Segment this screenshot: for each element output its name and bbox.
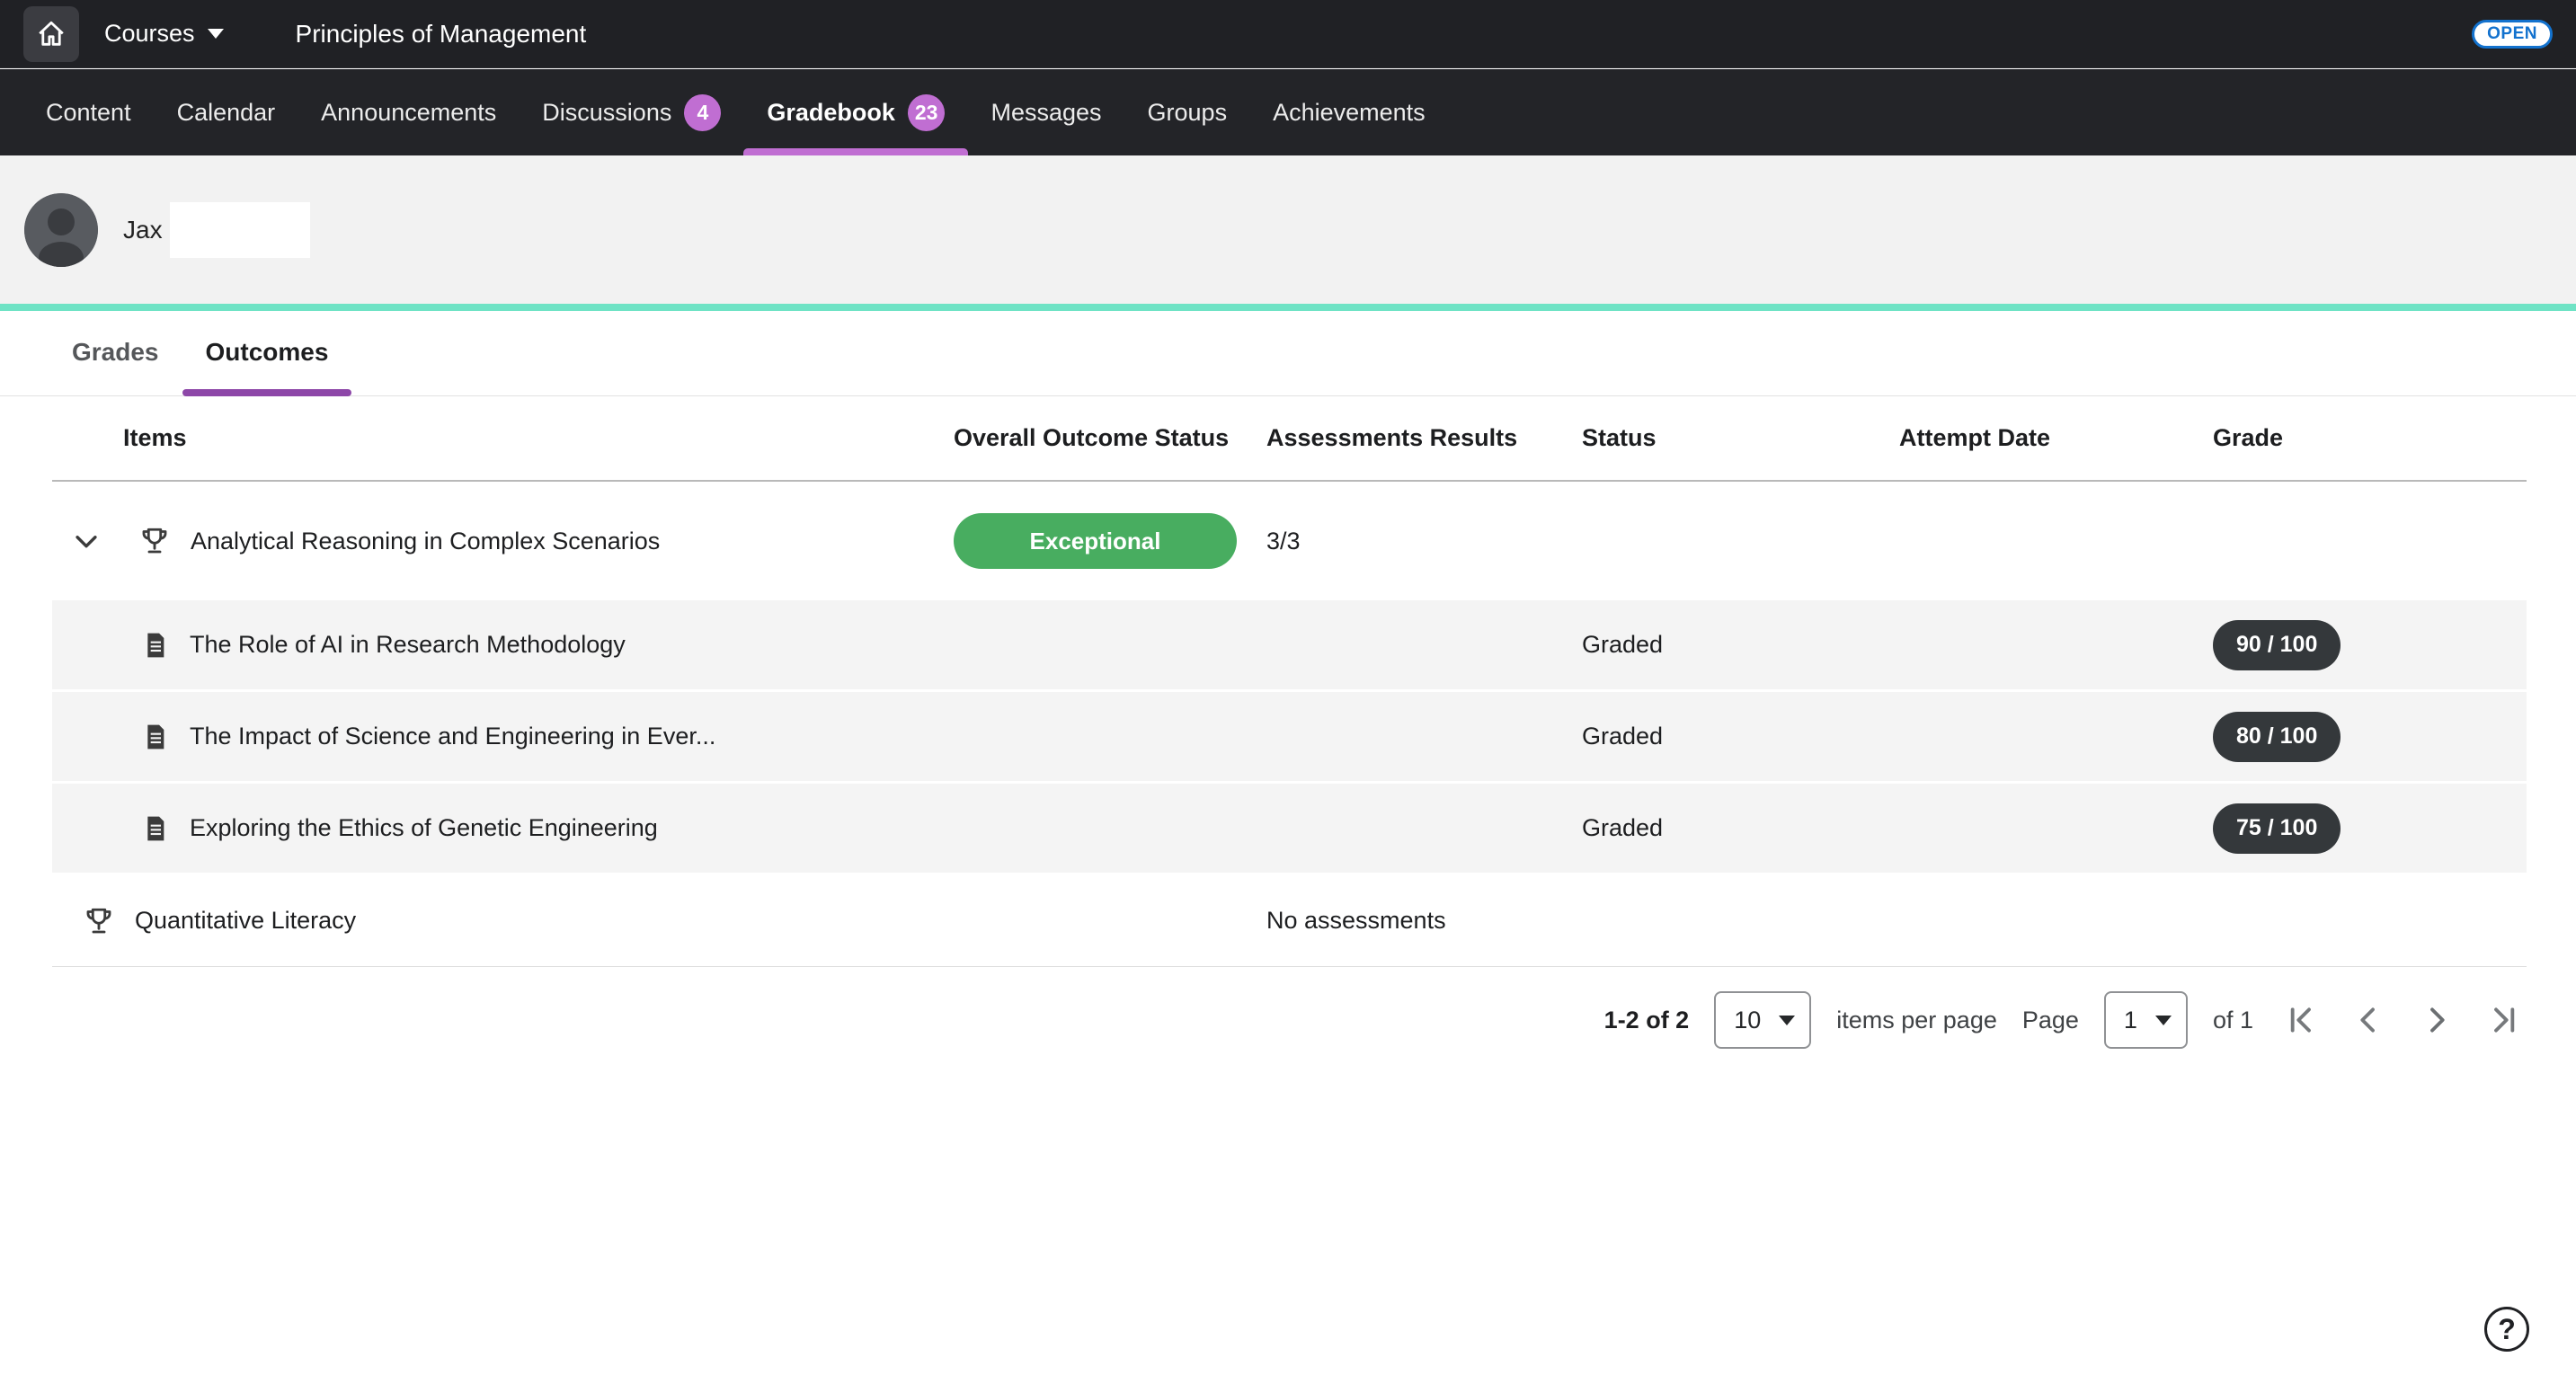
nav-item-achievements[interactable]: Achievements	[1273, 69, 1426, 155]
chevron-down-icon	[2155, 1016, 2172, 1025]
nav-label: Messages	[990, 99, 1101, 127]
question-mark-icon: ?	[2498, 1313, 2516, 1346]
outcome-trophy-icon	[138, 525, 171, 557]
nav-label: Discussions	[542, 99, 671, 127]
last-page-icon	[2487, 1002, 2523, 1038]
outcome-status-pill: Exceptional	[954, 513, 1237, 569]
assessment-title: The Role of AI in Research Methodology	[190, 631, 626, 659]
assessment-row: The Role of AI in Research Methodology G…	[52, 600, 2527, 692]
page-count-label: of 1	[2213, 1007, 2253, 1034]
last-page-button[interactable]	[2483, 998, 2527, 1042]
gradebook-outcomes-page: Courses Principles of Management OPEN Co…	[0, 0, 2576, 1375]
assessment-status: Graded	[1582, 631, 1899, 659]
outcome-row: Quantitative Literacy No assessments	[52, 875, 2527, 967]
nav-label: Groups	[1148, 99, 1228, 127]
nav-label: Calendar	[177, 99, 276, 127]
help-button[interactable]: ?	[2484, 1307, 2529, 1352]
gradebook-count-badge: 23	[908, 94, 946, 131]
grade-pill: 90 / 100	[2213, 620, 2341, 670]
open-status-badge: OPEN	[2472, 20, 2553, 49]
first-page-button[interactable]	[2278, 998, 2322, 1042]
avatar	[24, 193, 98, 267]
outcome-title: Quantitative Literacy	[135, 907, 356, 935]
assessment-status: Graded	[1582, 723, 1899, 750]
next-page-icon	[2419, 1002, 2455, 1038]
tab-grades[interactable]: Grades	[49, 338, 182, 395]
assessment-row: The Impact of Science and Engineering in…	[52, 692, 2527, 784]
items-per-page-label: items per page	[1836, 1007, 1997, 1034]
items-per-page-value: 10	[1734, 1007, 1761, 1034]
pagination-bar: 1-2 of 2 10 items per page Page 1 of 1	[1604, 989, 2527, 1051]
course-nav: Content Calendar Announcements Discussio…	[0, 69, 2576, 155]
tab-outcomes[interactable]: Outcomes	[182, 338, 352, 395]
chevron-down-icon	[208, 29, 224, 39]
document-icon	[141, 723, 170, 751]
courses-dropdown[interactable]: Courses	[104, 20, 224, 48]
home-icon	[36, 19, 67, 49]
previous-page-icon	[2350, 1002, 2386, 1038]
grade-pill: 80 / 100	[2213, 712, 2341, 762]
assessments-results-value: 3/3	[1266, 528, 1582, 555]
outcome-trophy-icon	[83, 905, 115, 937]
document-icon	[141, 631, 170, 660]
chevron-down-icon	[1779, 1016, 1795, 1025]
nav-label: Announcements	[321, 99, 496, 127]
assessment-title: Exploring the Ethics of Genetic Engineer…	[190, 814, 658, 842]
first-page-icon	[2282, 1002, 2318, 1038]
assessments-results-value: No assessments	[1266, 907, 1582, 935]
collapse-outcome-button[interactable]	[67, 521, 106, 561]
home-button[interactable]	[23, 6, 79, 62]
previous-page-button[interactable]	[2347, 998, 2390, 1042]
chevron-down-icon	[71, 526, 102, 556]
nav-item-gradebook[interactable]: Gradebook 23	[767, 69, 945, 155]
nav-item-groups[interactable]: Groups	[1148, 69, 1228, 155]
col-items: Items	[52, 424, 954, 452]
gradebook-tabbar: Grades Outcomes	[0, 311, 2576, 396]
nav-item-messages[interactable]: Messages	[990, 69, 1101, 155]
assessment-row: Exploring the Ethics of Genetic Engineer…	[52, 784, 2527, 875]
next-page-button[interactable]	[2415, 998, 2458, 1042]
outcomes-table: Items Overall Outcome Status Assessments…	[52, 396, 2527, 967]
redacted-name-box	[170, 202, 310, 258]
grade-pill: 75 / 100	[2213, 803, 2341, 854]
col-attempt-date: Attempt Date	[1899, 424, 2213, 452]
assessment-title: The Impact of Science and Engineering in…	[190, 723, 715, 750]
col-assessments-results: Assessments Results	[1266, 424, 1582, 452]
courses-label: Courses	[104, 20, 195, 48]
nav-item-discussions[interactable]: Discussions 4	[542, 69, 721, 155]
student-profile-band: Jax	[0, 155, 2576, 304]
discussions-count-badge: 4	[684, 94, 721, 131]
nav-label: Content	[46, 99, 131, 127]
outcome-title: Analytical Reasoning in Complex Scenario…	[191, 528, 660, 555]
page-number-select[interactable]: 1	[2104, 991, 2188, 1049]
nav-label: Gradebook	[767, 99, 895, 127]
nav-item-calendar[interactable]: Calendar	[177, 69, 276, 155]
col-status: Status	[1582, 424, 1899, 452]
page-label: Page	[2022, 1007, 2079, 1034]
nav-item-announcements[interactable]: Announcements	[321, 69, 496, 155]
col-grade: Grade	[2213, 424, 2527, 452]
outcome-row: Analytical Reasoning in Complex Scenario…	[52, 482, 2527, 600]
document-icon	[141, 814, 170, 843]
nav-label: Achievements	[1273, 99, 1426, 127]
page-number-value: 1	[2124, 1007, 2137, 1034]
student-name: Jax	[123, 216, 163, 244]
topbar: Courses Principles of Management OPEN	[0, 0, 2576, 68]
course-title: Principles of Management	[296, 20, 587, 49]
nav-item-content[interactable]: Content	[46, 69, 131, 155]
pagination-range: 1-2 of 2	[1604, 1007, 1690, 1034]
table-header-row: Items Overall Outcome Status Assessments…	[52, 396, 2527, 482]
teal-divider	[0, 304, 2576, 311]
items-per-page-select[interactable]: 10	[1714, 991, 1811, 1049]
assessment-status: Graded	[1582, 814, 1899, 842]
col-overall-outcome-status: Overall Outcome Status	[954, 424, 1266, 452]
